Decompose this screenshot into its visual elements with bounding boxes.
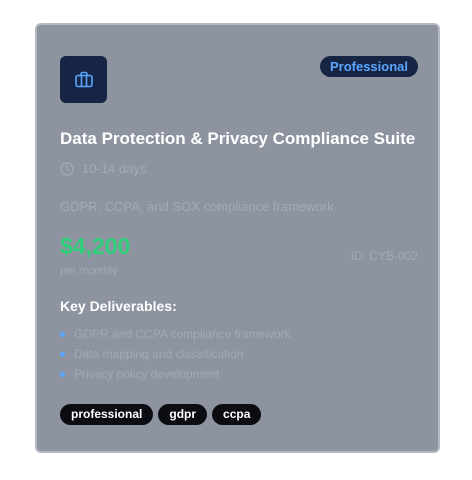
deliverables-list: GDPR and CCPA compliance framework Data … <box>60 324 291 384</box>
deliverable-text: GDPR and CCPA compliance framework <box>74 327 291 341</box>
deliverable-text: Data mapping and classification <box>74 347 244 361</box>
tag-ccpa[interactable]: ccpa <box>212 404 262 425</box>
service-id: ID: CYB-002 <box>350 249 418 263</box>
deliverable-item: Data mapping and classification <box>60 344 291 364</box>
tier-badge: Professional <box>319 56 418 77</box>
service-icon-box <box>60 56 107 103</box>
clock-icon <box>60 161 74 176</box>
price-period: per monthly <box>60 265 118 277</box>
bullet-icon <box>60 351 65 357</box>
deliverable-item: Privacy policy development <box>60 364 291 384</box>
tag-list: professional gdpr ccpa <box>60 404 262 425</box>
briefcase-icon <box>74 71 93 87</box>
deliverable-item: GDPR and CCPA compliance framework <box>60 324 291 344</box>
duration-row: 10-14 days <box>60 161 146 176</box>
bullet-icon <box>60 331 65 337</box>
service-title: Data Protection & Privacy Compliance Sui… <box>60 129 416 148</box>
bullet-icon <box>60 371 65 377</box>
tag-gdpr[interactable]: gdpr <box>158 404 208 425</box>
tag-professional[interactable]: professional <box>60 404 154 425</box>
deliverable-text: Privacy policy development <box>74 367 220 381</box>
price: $4,200 <box>60 233 131 259</box>
deliverables-heading: Key Deliverables: <box>60 298 177 314</box>
service-description: GDPR, CCPA, and SOX compliance framework <box>60 199 334 214</box>
duration-text: 10-14 days <box>82 161 147 176</box>
service-card[interactable]: Professional Data Protection & Privacy C… <box>35 23 440 453</box>
